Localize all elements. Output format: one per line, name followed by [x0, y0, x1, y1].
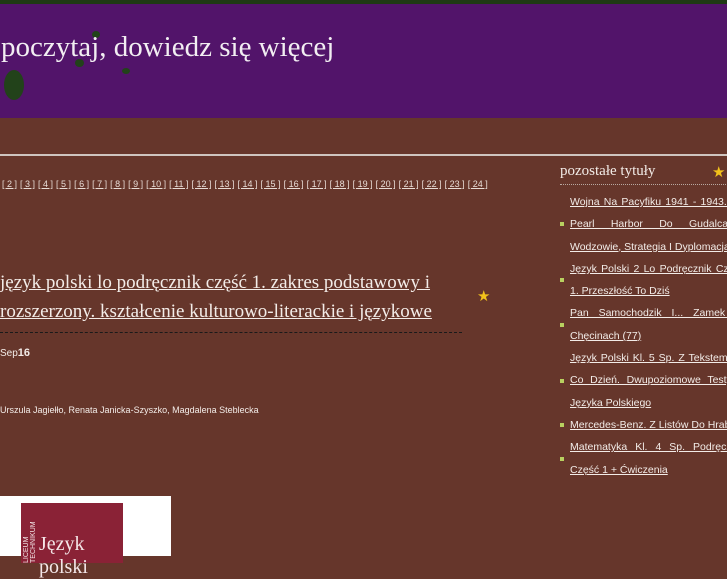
post-date: Sep16: [0, 347, 30, 359]
page-link[interactable]: [ 13 ]: [215, 179, 235, 189]
page-link[interactable]: [ 2 ]: [2, 179, 17, 189]
bullet-icon: [560, 378, 564, 383]
page-link[interactable]: [ 7 ]: [92, 179, 107, 189]
sidebar-title-link[interactable]: Wojna Na Pacyfiku 1941 - 1943. Od Pearl …: [570, 191, 727, 258]
page-link[interactable]: [ 14 ]: [238, 179, 258, 189]
bullet-icon: [560, 456, 564, 461]
sidebar-title-link[interactable]: Pan Samochodzik I... Zamek W Chęcinach (…: [570, 302, 727, 347]
post-authors: Urszula Jagiełło, Renata Janicka-Szyszko…: [0, 405, 259, 415]
divider: [0, 154, 727, 156]
ink-splat-decoration: [4, 70, 24, 100]
page-link[interactable]: [ 21 ]: [399, 179, 419, 189]
list-item: Wojna Na Pacyfiku 1941 - 1943. Od Pearl …: [560, 191, 727, 258]
page-link[interactable]: [ 18 ]: [330, 179, 350, 189]
page-link[interactable]: [ 6 ]: [74, 179, 89, 189]
page-link[interactable]: [ 12 ]: [192, 179, 212, 189]
sidebar-title: pozostałe tytuły: [560, 158, 727, 185]
star-icon: ★: [477, 288, 491, 305]
sidebar-title-link[interactable]: Mercedes-Benz. Z Listów Do Hrabala: [570, 414, 727, 436]
page-link[interactable]: [ 22 ]: [422, 179, 442, 189]
post-title-link[interactable]: język polski lo podręcznik część 1. zakr…: [0, 272, 432, 322]
page-link[interactable]: [ 9 ]: [128, 179, 143, 189]
page-link[interactable]: [ 3 ]: [20, 179, 35, 189]
sidebar: pozostałe tytuły Wojna Na Pacyfiku 1941 …: [560, 158, 727, 481]
sidebar-title-link[interactable]: Język Polski Kl. 5 Sp. Z Tekstem Na Co D…: [570, 347, 727, 414]
ink-splat-decoration: [122, 68, 130, 74]
sidebar-title-link[interactable]: Matematyka Kl. 4 Sp. Podręcznik Część 1 …: [570, 436, 727, 481]
page-link[interactable]: [ 15 ]: [261, 179, 281, 189]
page-link[interactable]: [ 11 ]: [169, 179, 188, 189]
page-link[interactable]: [ 17 ]: [307, 179, 327, 189]
list-item: Pan Samochodzik I... Zamek W Chęcinach (…: [560, 302, 727, 347]
post-title: język polski lo podręcznik część 1. zakr…: [0, 268, 462, 333]
page-link[interactable]: [ 24 ]: [468, 179, 488, 189]
book-cover[interactable]: LICEUM TECHNIKUM Język polski: [0, 496, 171, 578]
bullet-icon: [560, 322, 564, 327]
page-link[interactable]: [ 5 ]: [56, 179, 71, 189]
site-header: poczytaj, dowiedz się więcej: [0, 4, 727, 118]
bullet-icon: [560, 278, 564, 283]
sidebar-list: Wojna Na Pacyfiku 1941 - 1943. Od Pearl …: [560, 191, 727, 481]
star-icon: ★: [712, 164, 726, 181]
bullet-icon: [560, 222, 564, 227]
list-item: Język Polski Kl. 5 Sp. Z Tekstem Na Co D…: [560, 347, 727, 414]
list-item: Język Polski 2 Lo Podręcznik Część 1. Pr…: [560, 258, 727, 303]
page-link[interactable]: [ 10 ]: [146, 179, 166, 189]
page-link[interactable]: [ 16 ]: [284, 179, 304, 189]
page-link[interactable]: [ 8 ]: [110, 179, 125, 189]
cover-side-text: LICEUM TECHNIKUM: [23, 521, 37, 563]
page-link[interactable]: [ 23 ]: [445, 179, 465, 189]
page-link[interactable]: [ 20 ]: [376, 179, 396, 189]
cover-image: LICEUM TECHNIKUM Język polski: [21, 503, 123, 578]
list-item: Matematyka Kl. 4 Sp. Podręcznik Część 1 …: [560, 436, 727, 481]
page-link[interactable]: [ 4 ]: [38, 179, 53, 189]
date-month: Sep: [0, 348, 18, 359]
bullet-icon: [560, 423, 564, 428]
list-item: Mercedes-Benz. Z Listów Do Hrabala: [560, 414, 727, 436]
page-link[interactable]: [ 19 ]: [353, 179, 373, 189]
site-title[interactable]: poczytaj, dowiedz się więcej: [1, 31, 334, 64]
sidebar-title-link[interactable]: Język Polski 2 Lo Podręcznik Część 1. Pr…: [570, 258, 727, 303]
cover-title: Język polski: [39, 533, 88, 578]
pagination: [ 2 ][ 3 ][ 4 ][ 5 ][ 6 ][ 7 ][ 8 ][ 9 ]…: [2, 179, 491, 189]
date-day: 16: [17, 347, 31, 359]
